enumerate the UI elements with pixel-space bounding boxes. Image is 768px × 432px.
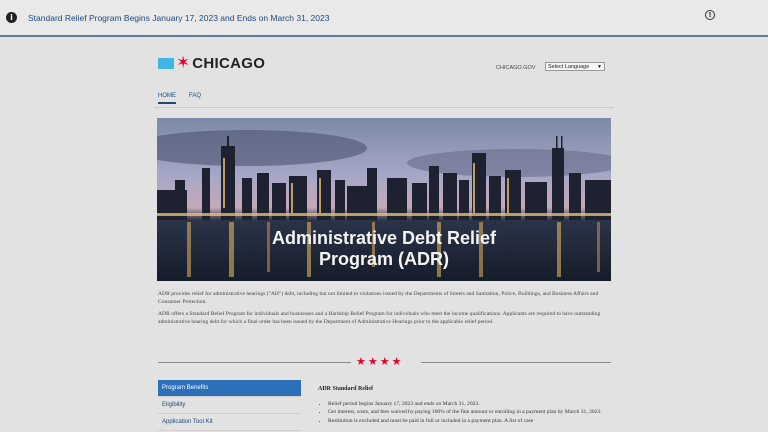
- flag-stripe-icon: [158, 58, 174, 69]
- alert-message: Standard Relief Program Begins January 1…: [28, 13, 330, 23]
- intro-paragraph-1: ADR provides relief for administrative h…: [158, 291, 599, 305]
- nav-home[interactable]: HOME: [158, 93, 176, 104]
- side-nav: Program Benefits Eligibility Application…: [158, 380, 301, 431]
- hero-banner: Administrative Debt Relief Program (ADR): [157, 118, 611, 281]
- hero-title-line2: Program (ADR): [318, 249, 449, 269]
- chevron-down-icon: ▼: [597, 64, 602, 70]
- chicago-logo[interactable]: ✶ CHICAGO: [158, 55, 265, 72]
- hero-title: Administrative Debt Relief Program (ADR): [157, 228, 611, 270]
- divider-line-left: [158, 362, 351, 363]
- language-select[interactable]: Select Language ▼: [545, 62, 605, 71]
- nav-divider: [154, 107, 614, 108]
- sidenav-eligibility[interactable]: Eligibility: [158, 397, 301, 414]
- sidenav-program-benefits[interactable]: Program Benefits: [158, 380, 301, 397]
- logo-wordmark: CHICAGO: [192, 55, 266, 72]
- hero-title-line1: Administrative Debt Relief: [271, 228, 497, 248]
- list-item: Relief period begins January 17, 2023 an…: [328, 401, 611, 409]
- benefits-list: Relief period begins January 17, 2023 an…: [318, 401, 611, 426]
- list-item: Restitution is excluded and must be paid…: [328, 418, 611, 426]
- info-icon: i: [6, 12, 17, 23]
- star-divider: ★★★★: [158, 355, 611, 368]
- close-icon[interactable]: !: [705, 10, 715, 20]
- main-content: ADR Standard Relief Relief period begins…: [318, 386, 611, 426]
- red-stars-icon: ★★★★: [356, 355, 404, 368]
- red-star-icon: ✶: [176, 53, 191, 73]
- section-heading: ADR Standard Relief: [318, 386, 373, 392]
- intro-text: ADR provides relief for administrative h…: [158, 290, 613, 330]
- divider-line-right: [421, 362, 611, 363]
- site-header: ✶ CHICAGO CHICAGO.GOV Select Language ▼: [0, 39, 768, 109]
- sidenav-application-tool-kit[interactable]: Application Tool Kit: [158, 414, 301, 431]
- chicago-gov-link[interactable]: CHICAGO.GOV: [496, 65, 535, 71]
- nav-faq[interactable]: FAQ: [189, 93, 201, 99]
- language-select-label: Select Language: [548, 64, 590, 70]
- list-item: Get interest, costs, and fees waived by …: [328, 409, 611, 417]
- intro-paragraph-2: ADR offers a Standard Relief Program for…: [158, 311, 601, 325]
- alert-banner: i Standard Relief Program Begins January…: [0, 0, 768, 37]
